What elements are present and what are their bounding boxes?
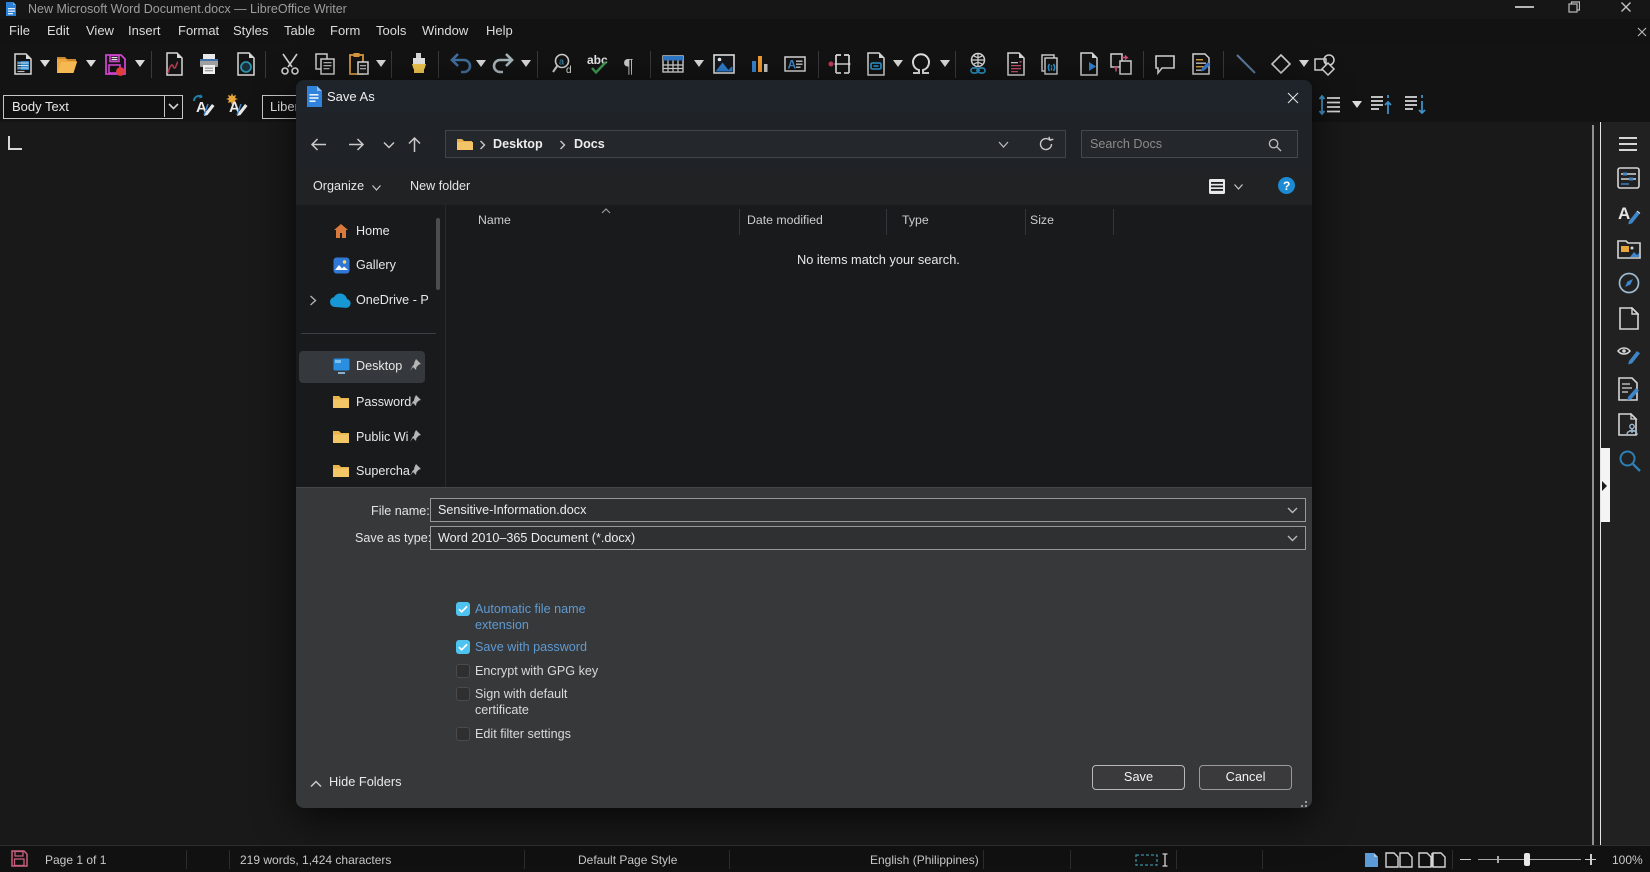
svg-text:A: A [788, 58, 797, 72]
svg-text:¶: ¶ [624, 55, 633, 76]
svg-text:A: A [1618, 204, 1630, 223]
svg-text:d: d [566, 65, 572, 76]
svg-text:a: a [559, 57, 564, 67]
